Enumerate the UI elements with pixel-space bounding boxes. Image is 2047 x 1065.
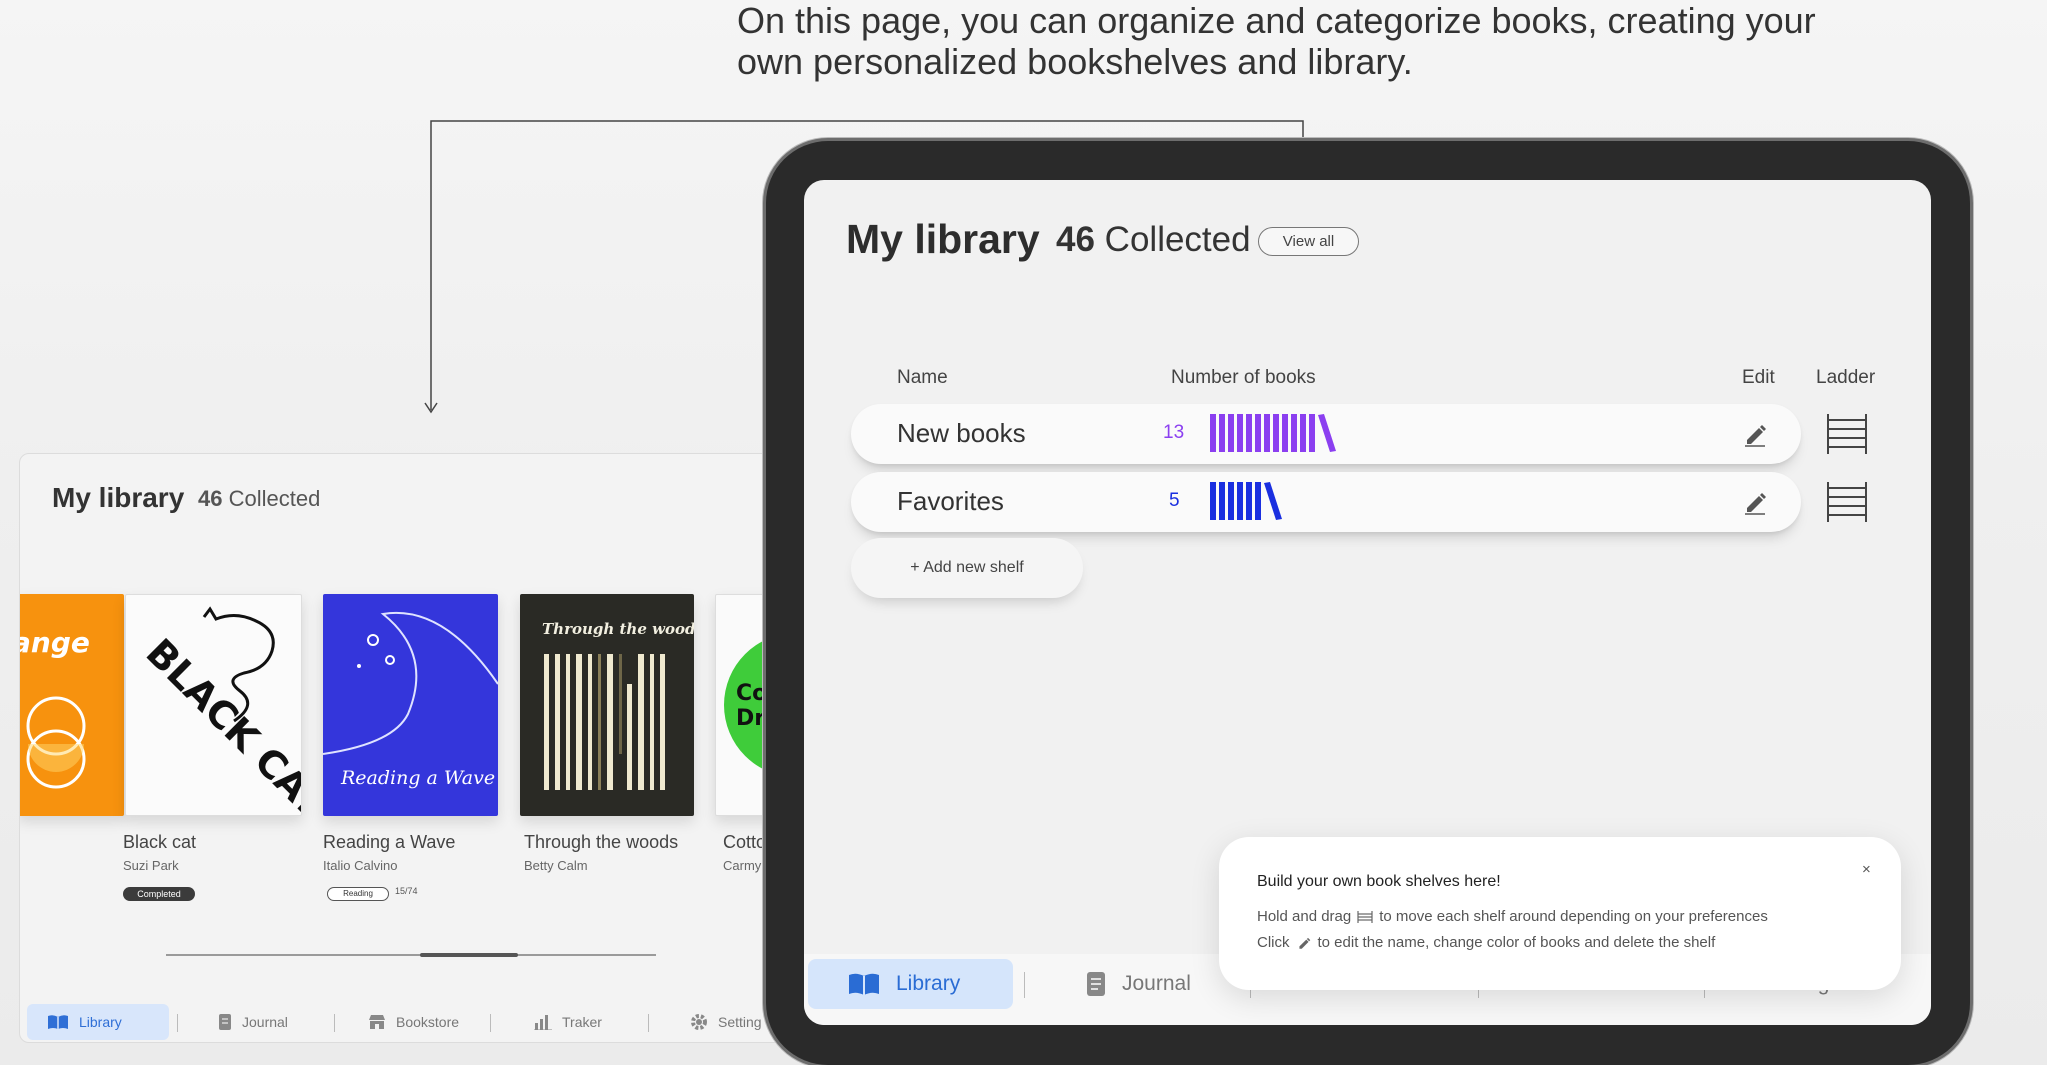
status-badge: Reading	[327, 887, 389, 901]
scrollbar-track[interactable]	[166, 954, 656, 956]
book-open-icon	[849, 973, 879, 995]
book-title: Through the woods	[524, 832, 679, 852]
book-cover-text: Reading a Wave	[340, 767, 495, 789]
book-spines-icon	[1210, 414, 1336, 452]
nav-library[interactable]: Library	[808, 959, 1013, 1009]
tooltip-text: to move each shelf around depending on y…	[1379, 908, 1768, 925]
tooltip-text: Click	[1257, 934, 1290, 951]
nav-label: Library	[896, 972, 961, 995]
tablet-screen: My library 46 Collected View all Name Nu…	[804, 180, 1931, 1025]
collected-label: Collected	[1104, 220, 1251, 259]
book-author: Suzi Park	[123, 858, 179, 873]
shelf-count: 13	[1163, 422, 1185, 443]
tooltip-line-edit: Click to edit the name, change color of …	[1257, 934, 1715, 951]
nav-divider	[490, 1014, 491, 1032]
view-all-button[interactable]: View all	[1258, 227, 1359, 256]
nav-label: Journal	[242, 1014, 288, 1030]
book-title: Black cat	[123, 832, 197, 852]
shelf-count: 5	[1169, 490, 1180, 511]
nav-bookstore[interactable]: Bookstore	[368, 1004, 459, 1040]
book-author: Betty Calm	[524, 858, 588, 873]
column-header-name: Name	[897, 367, 948, 388]
book-cover-orange[interactable]: ange	[19, 594, 124, 816]
edit-pencil-icon	[1298, 937, 1310, 949]
shelf-row-new-books[interactable]: New books 13	[851, 404, 1801, 464]
panel-bottom-nav: Library Journal Bookstore Traker Setting	[20, 994, 818, 1042]
book-author: Italio Calvino	[323, 858, 398, 873]
nav-journal[interactable]: Journal	[1086, 959, 1191, 1009]
tooltip-text: to edit the name, change color of books …	[1317, 934, 1716, 951]
drag-handle-icon[interactable]	[1826, 480, 1868, 524]
shelf-name[interactable]: Favorites	[897, 486, 1004, 517]
column-header-edit: Edit	[1742, 367, 1775, 388]
gear-icon	[691, 1014, 707, 1030]
panel-count: 46 Collected	[198, 486, 320, 512]
drag-handle-icon	[1357, 910, 1373, 923]
tooltip-title: Build your own book shelves here!	[1257, 873, 1501, 890]
nav-label: Library	[79, 1014, 122, 1030]
nav-divider	[648, 1014, 649, 1032]
reading-progress: 15/74	[395, 886, 418, 896]
book-cover-text: ange	[19, 626, 90, 659]
book-title: Cotto	[723, 832, 767, 852]
book-spines-icon	[1210, 482, 1282, 520]
book-author: Carmy	[723, 858, 762, 873]
nav-setting[interactable]: Setting	[690, 1004, 762, 1040]
nav-divider	[1024, 972, 1025, 998]
collected-number: 46	[1056, 220, 1095, 259]
store-icon	[369, 1015, 385, 1029]
book-cover-text: Through the woods	[542, 620, 694, 638]
page-title: My library	[846, 216, 1040, 262]
book-cover-text: BLACK CAT	[138, 630, 302, 816]
nav-library[interactable]: Library	[27, 1004, 169, 1040]
onboarding-tooltip: Build your own book shelves here! × Hold…	[1219, 837, 1901, 990]
nav-label: Bookstore	[396, 1014, 460, 1030]
background-library-panel: My library 46 Collected ange BLACK CAT B…	[19, 453, 819, 1043]
edit-pencil-icon[interactable]	[1741, 488, 1769, 516]
tooltip-text: Hold and drag	[1257, 908, 1352, 925]
nav-label: Setting	[718, 1014, 762, 1030]
add-new-shelf-button[interactable]: + Add new shelf	[851, 538, 1083, 598]
nav-divider	[334, 1014, 335, 1032]
book-open-icon	[48, 1015, 68, 1029]
svg-text:Dr: Dr	[736, 706, 765, 731]
journal-icon	[219, 1014, 231, 1030]
column-header-number: Number of books	[1171, 367, 1316, 388]
bar-chart-icon	[534, 1015, 552, 1030]
scrollbar-thumb[interactable]	[420, 953, 518, 957]
panel-count-number: 46	[198, 486, 223, 511]
journal-icon	[1087, 972, 1105, 996]
column-header-ladder: Ladder	[1816, 367, 1876, 388]
nav-label: Traker	[562, 1014, 602, 1030]
drag-handle-icon[interactable]	[1826, 412, 1868, 456]
close-icon[interactable]: ×	[1862, 861, 1871, 878]
shelf-name[interactable]: New books	[897, 418, 1026, 449]
nav-traker[interactable]: Traker	[534, 1004, 602, 1040]
edit-pencil-icon[interactable]	[1741, 420, 1769, 448]
book-cover-reading-a-wave[interactable]: Reading a Wave	[323, 594, 498, 816]
nav-journal[interactable]: Journal	[218, 1004, 288, 1040]
tooltip-line-drag: Hold and drag to move each shelf around …	[1257, 908, 1768, 925]
panel-count-label: Collected	[228, 486, 321, 511]
nav-label: Journal	[1122, 972, 1191, 995]
status-badge: Completed	[123, 887, 195, 901]
collected-count: 46 Collected	[1056, 220, 1251, 260]
panel-title: My library	[52, 482, 185, 513]
shelf-row-favorites[interactable]: Favorites 5	[851, 472, 1801, 532]
book-cover-black-cat[interactable]: BLACK CAT	[125, 594, 302, 816]
nav-divider	[177, 1014, 178, 1032]
book-title: Reading a Wave	[323, 832, 456, 852]
book-cover-through-the-woods[interactable]: Through the woods	[520, 594, 694, 816]
